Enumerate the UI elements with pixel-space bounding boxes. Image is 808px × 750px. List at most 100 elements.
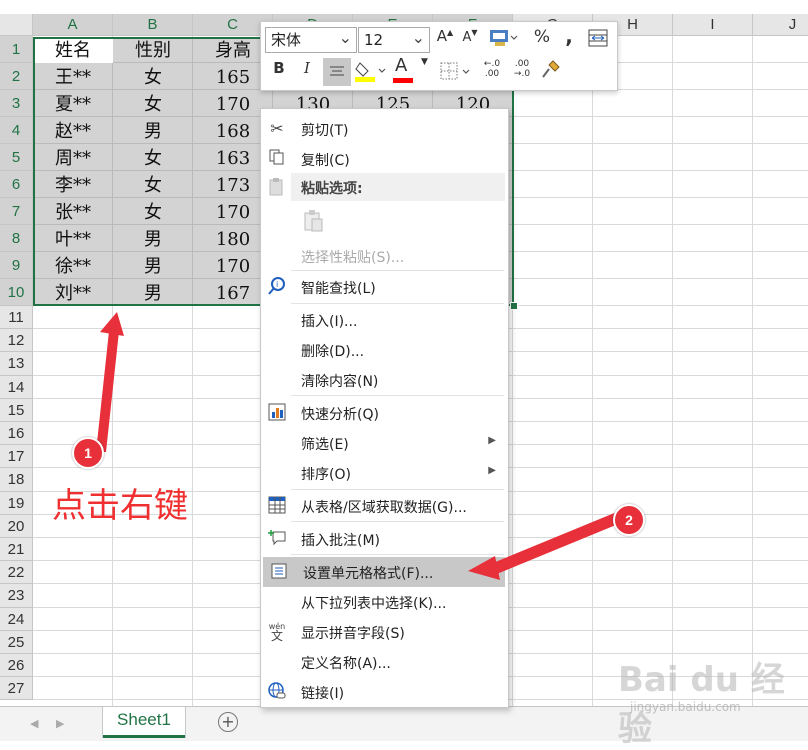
sheet-tab-sheet1[interactable]: Sheet1 — [103, 707, 185, 738]
font-color-button[interactable]: A ▼ — [391, 55, 431, 85]
menu-item-show-phonetic[interactable]: wén 文 显示拼音字段(S) — [261, 617, 508, 647]
fill-color-button[interactable] — [353, 59, 387, 85]
menu-item-quick-analysis[interactable]: 快速分析(Q) — [261, 398, 508, 428]
data-cell[interactable]: 徐** — [33, 253, 113, 280]
data-cell[interactable]: 周** — [33, 145, 113, 172]
row-header-27[interactable]: 27 — [0, 677, 33, 701]
comma-style-button[interactable]: , — [561, 24, 577, 50]
menu-label: 从下拉列表中选择(K)... — [301, 596, 447, 612]
bold-button[interactable]: B — [267, 59, 291, 85]
menu-item-get-data[interactable]: 从表格/区域获取数据(G)... — [261, 491, 508, 521]
row-header-18[interactable]: 18 — [0, 468, 33, 492]
row-header-12[interactable]: 12 — [0, 329, 33, 353]
increase-decimal-button[interactable]: ←.0 .00 — [479, 59, 505, 85]
decrease-decimal-button[interactable]: .00 →.0 — [509, 59, 535, 85]
data-cell[interactable]: 王** — [33, 64, 113, 91]
percent-style-button[interactable]: % — [531, 27, 553, 53]
row-header-17[interactable]: 17 — [0, 445, 33, 469]
data-cell[interactable]: 男 — [113, 280, 193, 307]
select-all-corner[interactable] — [0, 14, 33, 36]
row-header-10[interactable]: 10 — [0, 279, 33, 306]
phonetic-icon: wén 文 — [266, 621, 288, 643]
row-header-21[interactable]: 21 — [0, 538, 33, 562]
row-header-20[interactable]: 20 — [0, 514, 33, 538]
menu-item-pick-from-list[interactable]: 从下拉列表中选择(K)... — [261, 587, 508, 617]
data-cell[interactable]: 刘** — [33, 280, 113, 307]
row-header-2[interactable]: 2 — [0, 63, 33, 90]
menu-item-define-name[interactable]: 定义名称(A)... — [261, 647, 508, 677]
add-sheet-icon[interactable]: + — [218, 712, 238, 732]
row-header-15[interactable]: 15 — [0, 398, 33, 422]
row-header-6[interactable]: 6 — [0, 171, 33, 198]
data-cell[interactable]: 男 — [113, 253, 193, 280]
menu-item-clear-contents[interactable]: 清除内容(N) — [261, 365, 508, 395]
menu-label: 选择性粘贴(S)... — [301, 250, 405, 266]
column-header-a[interactable]: A — [33, 14, 113, 36]
column-header-b[interactable]: B — [113, 14, 193, 36]
row-header-9[interactable]: 9 — [0, 252, 33, 279]
chevron-down-icon: ⌄ — [338, 28, 352, 47]
row-header-13[interactable]: 13 — [0, 352, 33, 376]
format-painter-button[interactable] — [539, 59, 563, 85]
data-cell[interactable]: 女 — [113, 172, 193, 199]
align-center-button[interactable] — [323, 58, 351, 86]
row-header-11[interactable]: 11 — [0, 306, 33, 330]
menu-item-delete[interactable]: 删除(D)... — [261, 335, 508, 365]
italic-button[interactable]: I — [295, 59, 319, 85]
grow-font-button[interactable]: A▲ — [435, 27, 455, 53]
font-size-select[interactable]: 12 ⌄ — [358, 27, 430, 53]
row-header-25[interactable]: 25 — [0, 630, 33, 654]
menu-item-insert[interactable]: 插入(I)... — [261, 305, 508, 335]
data-cell[interactable]: 夏** — [33, 91, 113, 118]
font-name-select[interactable]: 宋体 ⌄ — [265, 27, 357, 53]
menu-item-copy[interactable]: 复制(C) — [261, 144, 508, 174]
menu-item-filter[interactable]: 筛选(E) ▶ — [261, 428, 508, 458]
row-header-4[interactable]: 4 — [0, 117, 33, 144]
menu-item-smart-lookup[interactable]: i 智能查找(L) — [261, 272, 508, 302]
tab-scroll-left-icon[interactable]: ◀ — [30, 717, 38, 730]
data-cell[interactable]: 叶** — [33, 226, 113, 253]
row-header-23[interactable]: 23 — [0, 584, 33, 608]
row-header-8[interactable]: 8 — [0, 225, 33, 252]
menu-item-paste-special[interactable]: 选择性粘贴(S)... — [261, 241, 508, 271]
fill-handle[interactable] — [510, 302, 518, 310]
phonetic-icon-bottom: 文 — [270, 629, 283, 643]
menu-item-cut[interactable]: ✂ 剪切(T) — [261, 114, 508, 144]
accounting-format-button[interactable] — [487, 27, 519, 53]
data-cell[interactable]: 李** — [33, 172, 113, 199]
data-cell[interactable]: 女 — [113, 64, 193, 91]
data-cell[interactable]: 女 — [113, 91, 193, 118]
row-header-1[interactable]: 1 — [0, 36, 33, 63]
row-header-7[interactable]: 7 — [0, 198, 33, 225]
merge-center-button[interactable] — [585, 27, 611, 53]
data-cell[interactable]: 男 — [113, 118, 193, 145]
header-cell[interactable]: 性别 — [113, 37, 193, 64]
row-header-26[interactable]: 26 — [0, 654, 33, 678]
header-cell[interactable]: 姓名 — [33, 37, 113, 64]
row-header-19[interactable]: 19 — [0, 491, 33, 515]
row-header-5[interactable]: 5 — [0, 144, 33, 171]
data-cell[interactable]: 女 — [113, 199, 193, 226]
shrink-font-button[interactable]: A▼ — [460, 27, 480, 53]
column-header-j[interactable]: J — [753, 14, 808, 36]
row-header-16[interactable]: 16 — [0, 422, 33, 446]
data-cell[interactable]: 张** — [33, 199, 113, 226]
row-header-3[interactable]: 3 — [0, 90, 33, 117]
column-header-i[interactable]: I — [673, 14, 753, 36]
row-header-14[interactable]: 14 — [0, 375, 33, 399]
row-header-22[interactable]: 22 — [0, 561, 33, 585]
paste-option-icon[interactable] — [303, 209, 325, 237]
row-header-24[interactable]: 24 — [0, 607, 33, 631]
menu-item-sort[interactable]: 排序(O) ▶ — [261, 458, 508, 488]
menu-item-insert-comment[interactable]: 插入批注(M) — [261, 524, 508, 554]
data-cell[interactable]: 男 — [113, 226, 193, 253]
tab-scroll-right-icon[interactable]: ▶ — [56, 717, 64, 730]
data-cell[interactable]: 赵** — [33, 118, 113, 145]
paste-options-header: 粘贴选项: — [291, 173, 505, 201]
menu-item-link[interactable]: 链接(I) — [261, 677, 508, 707]
borders-button[interactable] — [437, 59, 473, 85]
link-globe-icon — [266, 681, 288, 703]
format-painter-icon — [542, 60, 560, 78]
data-cell[interactable]: 女 — [113, 145, 193, 172]
menu-item-format-cells[interactable]: 设置单元格格式(F)... — [263, 557, 505, 587]
